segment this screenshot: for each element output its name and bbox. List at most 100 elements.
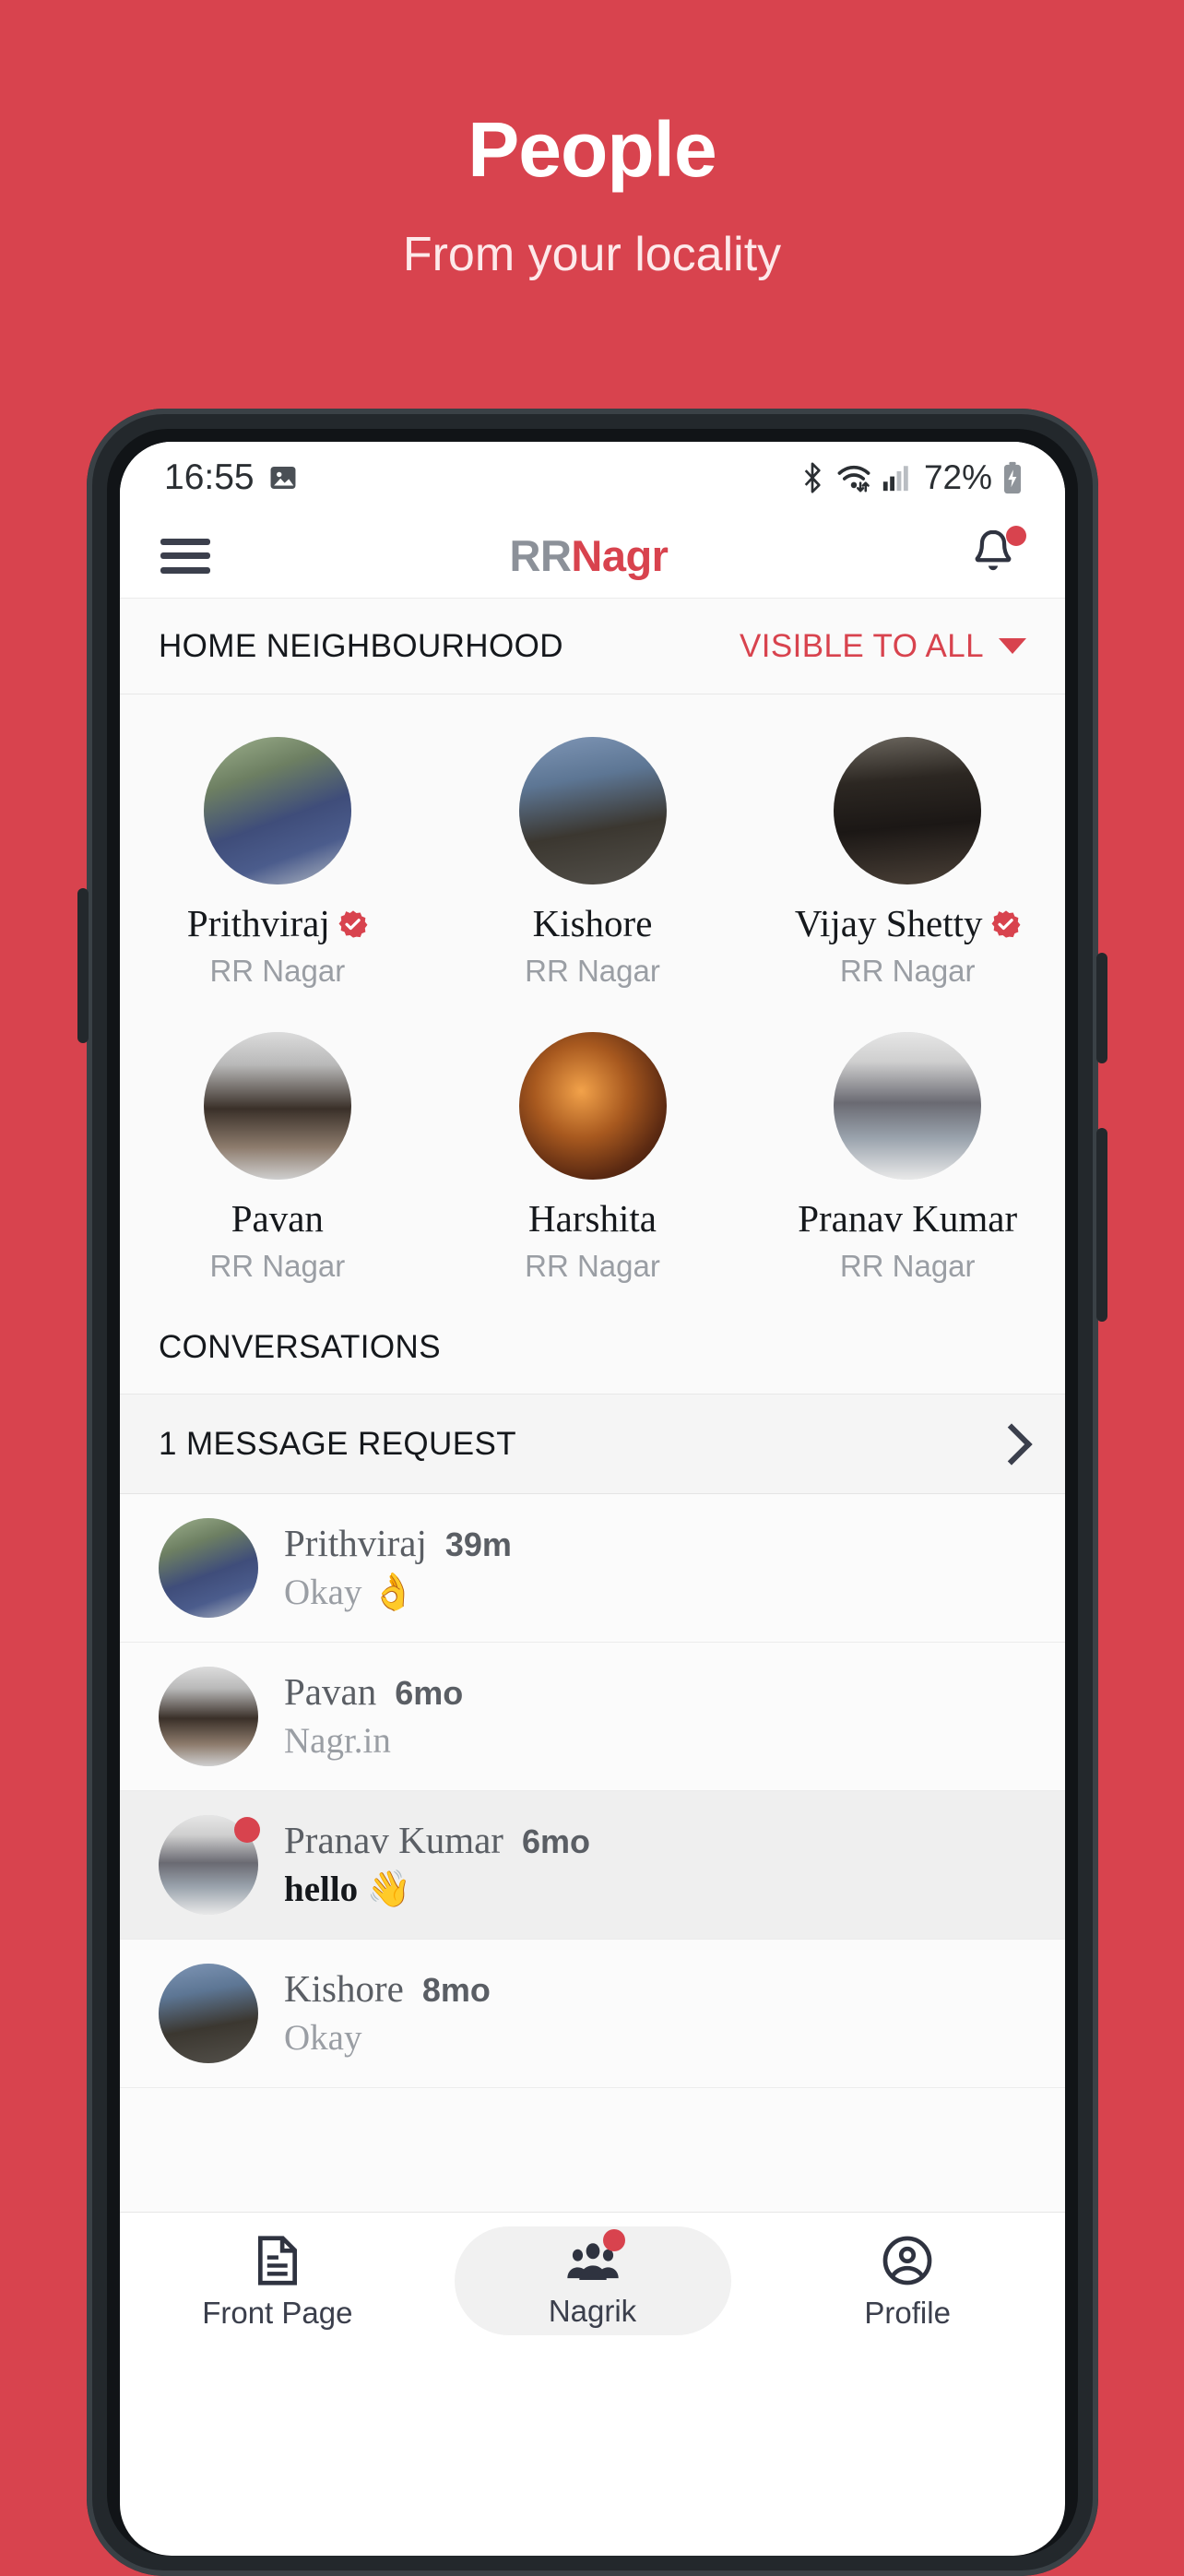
avatar	[518, 1032, 667, 1180]
person-name: Vijay Shetty	[794, 902, 983, 944]
person-name: Prithviraj	[186, 902, 330, 944]
chat-list-item[interactable]: Pranav Kumar 6mo hello 👋	[120, 1791, 1065, 1940]
person-name: Harshita	[528, 1197, 657, 1240]
person-name-wrap: Vijay Shetty	[750, 905, 1065, 943]
person-card[interactable]: Pranav Kumar RR Nagar	[750, 1032, 1065, 1281]
verified-badge-icon	[991, 909, 1020, 938]
status-bar-right: 72%	[799, 458, 1023, 497]
person-locality: RR Nagar	[839, 954, 976, 988]
person-name-wrap: Prithviraj	[120, 905, 435, 943]
neighbourhood-label: HOME NEIGHBOURHOOD	[159, 627, 563, 664]
nav-item-nagrik[interactable]: Nagrik	[435, 2213, 751, 2349]
chat-list-item[interactable]: Kishore 8mo Okay	[120, 1940, 1065, 2088]
chat-list-item[interactable]: Prithviraj 39m Okay 👌	[120, 1494, 1065, 1643]
person-card[interactable]: Prithviraj RR Nagar	[120, 737, 435, 986]
chat-time: 6mo	[395, 1674, 464, 1712]
phone-mockup: 16:55 72% RRNagr HOME NEIGHBOURHOOD VISI…	[77, 409, 1107, 2576]
phone-volume-button	[77, 888, 89, 1043]
chat-name: Prithviraj	[284, 1522, 427, 1564]
chat-time: 39m	[444, 1525, 512, 1563]
person-locality: RR Nagar	[209, 954, 346, 988]
person-name: Pavan	[231, 1197, 324, 1240]
chat-top-row: Pranav Kumar 6mo	[284, 1818, 1026, 1863]
chat-text: Prithviraj 39m Okay 👌	[284, 1521, 1026, 1615]
chat-preview: Nagr.in	[284, 1721, 391, 1762]
nav-label: Profile	[864, 2295, 951, 2330]
person-locality: RR Nagar	[525, 954, 660, 988]
avatar-wrap	[159, 1667, 258, 1766]
nav-label: Front Page	[202, 2295, 353, 2330]
neighbourhood-bar: HOME NEIGHBOURHOOD VISIBLE TO ALL	[120, 599, 1065, 694]
person-card[interactable]: Pavan RR Nagar	[120, 1032, 435, 1281]
phone-side-button	[1096, 1128, 1107, 1322]
chat-preview: hello 👋	[284, 1870, 412, 1910]
bluetooth-icon	[799, 462, 826, 493]
chevron-right-icon	[990, 1422, 1033, 1466]
hamburger-menu-icon[interactable]	[160, 538, 210, 574]
list-filler	[120, 2088, 1065, 2212]
unread-dot	[234, 1817, 260, 1843]
app-bar: RRNagr	[120, 514, 1065, 599]
person-card[interactable]: Harshita RR Nagar	[435, 1032, 751, 1281]
person-name-wrap: Pranav Kumar	[750, 1200, 1065, 1238]
person-card[interactable]: Kishore RR Nagar	[435, 737, 751, 986]
chat-name: Pranav Kumar	[284, 1819, 503, 1861]
promo-subtitle: From your locality	[402, 228, 782, 281]
avatar-wrap	[159, 1815, 260, 1915]
person-locality: RR Nagar	[525, 1249, 660, 1283]
person-name: Pranav Kumar	[798, 1197, 1018, 1240]
chat-top-row: Kishore 8mo	[284, 1966, 1026, 2012]
chat-text: Pavan 6mo Nagr.in	[284, 1669, 1026, 1763]
phone-power-button	[1096, 953, 1107, 1063]
avatar	[159, 1518, 258, 1618]
chat-text: Pranav Kumar 6mo hello 👋	[284, 1818, 1026, 1912]
avatar	[203, 737, 351, 884]
chat-preview: Okay 👌	[284, 1573, 416, 1613]
screenshot-root: People From your locality 16:55 72% RRNa…	[0, 0, 1184, 2576]
notification-badge-dot	[1005, 525, 1026, 546]
status-bar: 16:55 72%	[120, 442, 1065, 514]
conversations-heading: CONVERSATIONS	[120, 1290, 1065, 1395]
avatar	[159, 1667, 258, 1766]
brand-prefix: RR	[509, 531, 572, 580]
cellular-signal-icon	[882, 462, 911, 493]
visibility-label: VISIBLE TO ALL	[739, 627, 984, 664]
image-icon	[267, 462, 299, 493]
avatar-wrap	[159, 1964, 258, 2063]
brand-suffix: Nagr	[571, 531, 669, 580]
person-name-wrap: Pavan	[120, 1200, 435, 1238]
chat-time: 6mo	[521, 1822, 590, 1860]
chevron-down-icon	[999, 638, 1026, 654]
app-brand: RRNagr	[510, 530, 669, 581]
person-card[interactable]: Vijay Shetty RR Nagar	[750, 737, 1065, 986]
avatar	[518, 737, 667, 884]
battery-percent: 72%	[923, 458, 992, 496]
phone-bezel: 16:55 72% RRNagr HOME NEIGHBOURHOOD VISI…	[107, 429, 1078, 2556]
user-circle-icon	[882, 2235, 933, 2286]
nav-item-front-page[interactable]: Front Page	[120, 2213, 435, 2349]
person-locality: RR Nagar	[209, 1249, 346, 1283]
promo-title: People	[468, 106, 716, 193]
person-name-wrap: Kishore	[435, 905, 751, 943]
status-time: 16:55	[164, 457, 255, 497]
avatar	[203, 1032, 351, 1180]
notifications-button[interactable]	[967, 525, 1026, 585]
phone-screen: 16:55 72% RRNagr HOME NEIGHBOURHOOD VISI…	[120, 442, 1065, 2556]
message-request-label: 1 MESSAGE REQUEST	[159, 1425, 517, 1462]
visibility-selector[interactable]: VISIBLE TO ALL	[740, 628, 1026, 665]
nav-badge-dot	[602, 2228, 625, 2251]
nav-item-profile[interactable]: Profile	[750, 2213, 1065, 2349]
status-bar-left: 16:55	[164, 457, 299, 498]
avatar	[834, 1032, 982, 1180]
message-request-row[interactable]: 1 MESSAGE REQUEST	[120, 1395, 1065, 1494]
avatar	[159, 1964, 258, 2063]
chat-time: 8mo	[421, 1971, 491, 2009]
bottom-navigation: Front Page Nagrik Profile	[120, 2212, 1065, 2349]
avatar-wrap	[159, 1518, 258, 1618]
chat-list-item[interactable]: Pavan 6mo Nagr.in	[120, 1643, 1065, 1791]
wifi-icon	[836, 462, 871, 493]
chat-name: Kishore	[284, 1967, 404, 2010]
promo-banner: People From your locality	[0, 0, 1184, 279]
chat-preview: Okay	[284, 2018, 362, 2059]
people-grid: Prithviraj RR Nagar Kishore RR Nagar Vij…	[120, 694, 1065, 1290]
